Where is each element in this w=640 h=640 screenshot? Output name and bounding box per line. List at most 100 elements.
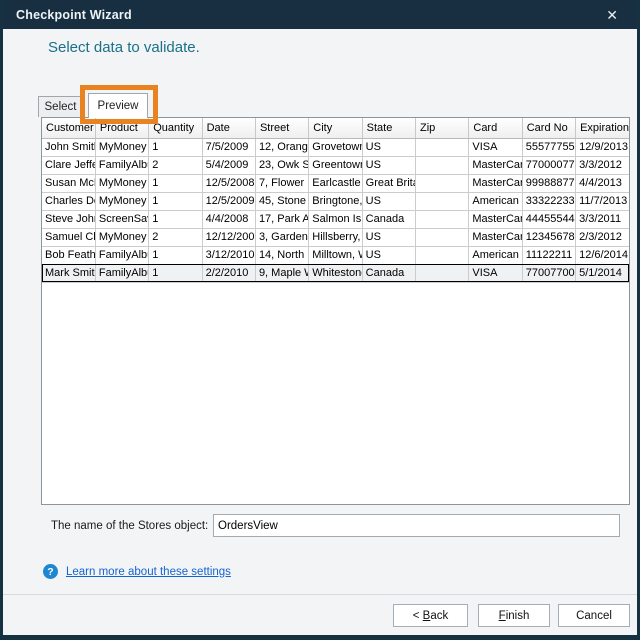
table-cell[interactable]: John Smith (42, 138, 95, 156)
table-row[interactable]: Clare JeffersonFamilyAlbum25/4/200923, O… (42, 156, 629, 174)
table-cell[interactable]: Canada (362, 264, 415, 282)
table-cell[interactable]: 12/9/2013 (576, 138, 629, 156)
table-cell[interactable]: MasterCard (469, 228, 522, 246)
table-cell[interactable]: MasterCard (469, 210, 522, 228)
table-cell[interactable]: 99988877 (522, 174, 575, 192)
table-cell[interactable]: 3/3/2011 (576, 210, 629, 228)
table-cell[interactable]: VISA (469, 138, 522, 156)
table-cell[interactable]: 5/1/2014 (576, 264, 629, 282)
learn-more-link[interactable]: Learn more about these settings (66, 566, 231, 578)
table-cell[interactable]: MyMoney (95, 228, 148, 246)
help-icon[interactable]: ? (43, 564, 58, 579)
table-cell[interactable]: 3/12/2010 (202, 246, 255, 264)
table-cell[interactable]: 23, Owk Street (255, 156, 308, 174)
table-row[interactable]: Samuel ClemensMyMoney212/12/20093, Garde… (42, 228, 629, 246)
column-header[interactable]: Customer (42, 118, 95, 138)
table-cell[interactable]: 55577755 (522, 138, 575, 156)
table-cell[interactable]: 1 (149, 192, 202, 210)
table-row[interactable]: Mark SmithFamilyAlbum12/2/20109, Maple W… (42, 264, 629, 282)
table-cell[interactable]: 17, Park Ave (255, 210, 308, 228)
close-icon[interactable]: ✕ (600, 6, 624, 24)
table-cell[interactable]: 12/5/2008 (202, 174, 255, 192)
table-cell[interactable]: VISA (469, 264, 522, 282)
table-cell[interactable] (416, 174, 469, 192)
table-cell[interactable]: Earlcastle (309, 174, 362, 192)
table-cell[interactable]: US (362, 246, 415, 264)
stores-object-input[interactable] (213, 514, 620, 537)
table-cell[interactable]: FamilyAlbum (95, 156, 148, 174)
table-cell[interactable]: Steve Johnson (42, 210, 95, 228)
tab-preview[interactable]: Preview (88, 93, 148, 118)
table-cell[interactable]: Whitestone (309, 264, 362, 282)
column-header[interactable]: Product (95, 118, 148, 138)
table-cell[interactable]: Greentown (309, 156, 362, 174)
table-cell[interactable]: Milltown, WI (309, 246, 362, 264)
table-cell[interactable]: Grovetown (309, 138, 362, 156)
table-row[interactable]: Susan McLarenMyMoney112/5/20087, FlowerE… (42, 174, 629, 192)
table-cell[interactable]: MyMoney (95, 192, 148, 210)
table-row[interactable]: Charles DodgsonMyMoney112/5/200945, Ston… (42, 192, 629, 210)
table-cell[interactable]: 45, Stone (255, 192, 308, 210)
finish-button[interactable]: Finish (478, 604, 550, 627)
table-cell[interactable]: 33322233 (522, 192, 575, 210)
table-cell[interactable]: American (469, 246, 522, 264)
table-cell[interactable]: 11122211 (522, 246, 575, 264)
data-grid[interactable]: CustomerProductQuantityDateStreetCitySta… (42, 118, 629, 283)
table-cell[interactable]: Susan McLaren (42, 174, 95, 192)
table-cell[interactable]: Clare Jefferson (42, 156, 95, 174)
table-cell[interactable]: Canada (362, 210, 415, 228)
cancel-button[interactable]: Cancel (558, 604, 630, 627)
table-cell[interactable]: 7, Flower (255, 174, 308, 192)
column-header[interactable]: State (362, 118, 415, 138)
table-cell[interactable]: 4/4/2008 (202, 210, 255, 228)
column-header[interactable]: Quantity (149, 118, 202, 138)
table-cell[interactable]: 2/3/2012 (576, 228, 629, 246)
tab-select[interactable]: Select (38, 96, 83, 117)
table-row[interactable]: Steve JohnsonScreenSaver14/4/200817, Par… (42, 210, 629, 228)
table-row[interactable]: Bob FeatherFamilyAlbum13/12/201014, Nort… (42, 246, 629, 264)
table-row[interactable]: John SmithMyMoney17/5/200912, OrangeGrov… (42, 138, 629, 156)
table-cell[interactable]: 2 (149, 156, 202, 174)
table-cell[interactable]: US (362, 228, 415, 246)
table-cell[interactable]: MyMoney (95, 174, 148, 192)
column-header[interactable]: Card (469, 118, 522, 138)
table-cell[interactable]: FamilyAlbum (95, 264, 148, 282)
table-cell[interactable]: Salmon Island (309, 210, 362, 228)
table-cell[interactable]: 5/4/2009 (202, 156, 255, 174)
table-cell[interactable] (416, 156, 469, 174)
column-header[interactable]: Expiration (576, 118, 629, 138)
table-cell[interactable]: US (362, 156, 415, 174)
table-cell[interactable]: 77000077 (522, 156, 575, 174)
table-cell[interactable] (416, 228, 469, 246)
table-cell[interactable]: 77007700 (522, 264, 575, 282)
table-cell[interactable]: 11/7/2013 (576, 192, 629, 210)
table-cell[interactable]: 7/5/2009 (202, 138, 255, 156)
table-cell[interactable]: 1 (149, 210, 202, 228)
table-cell[interactable] (416, 210, 469, 228)
table-cell[interactable]: Samuel Clemens (42, 228, 95, 246)
table-cell[interactable]: MasterCard (469, 156, 522, 174)
table-cell[interactable]: Mark Smith (42, 264, 95, 282)
table-cell[interactable]: 9, Maple Way (255, 264, 308, 282)
back-button[interactable]: < Back (393, 604, 468, 627)
column-header[interactable]: Zip (416, 118, 469, 138)
table-cell[interactable]: 4/4/2013 (576, 174, 629, 192)
table-cell[interactable]: 1 (149, 174, 202, 192)
table-cell[interactable]: Hillsberry, WI (309, 228, 362, 246)
table-cell[interactable]: ScreenSaver (95, 210, 148, 228)
table-cell[interactable]: 12, Orange (255, 138, 308, 156)
table-cell[interactable]: US (362, 138, 415, 156)
table-cell[interactable]: 12/5/2009 (202, 192, 255, 210)
table-cell[interactable]: 2 (149, 228, 202, 246)
column-header[interactable]: Card No (522, 118, 575, 138)
table-cell[interactable]: Charles Dodgson (42, 192, 95, 210)
table-cell[interactable]: FamilyAlbum (95, 246, 148, 264)
table-cell[interactable] (416, 192, 469, 210)
column-header[interactable]: Street (255, 118, 308, 138)
table-cell[interactable]: MyMoney (95, 138, 148, 156)
table-cell[interactable]: MasterCard (469, 174, 522, 192)
table-cell[interactable]: American (469, 192, 522, 210)
table-cell[interactable]: Bringtone, LA (309, 192, 362, 210)
table-cell[interactable]: Great Britain (362, 174, 415, 192)
table-cell[interactable]: 12345678 (522, 228, 575, 246)
